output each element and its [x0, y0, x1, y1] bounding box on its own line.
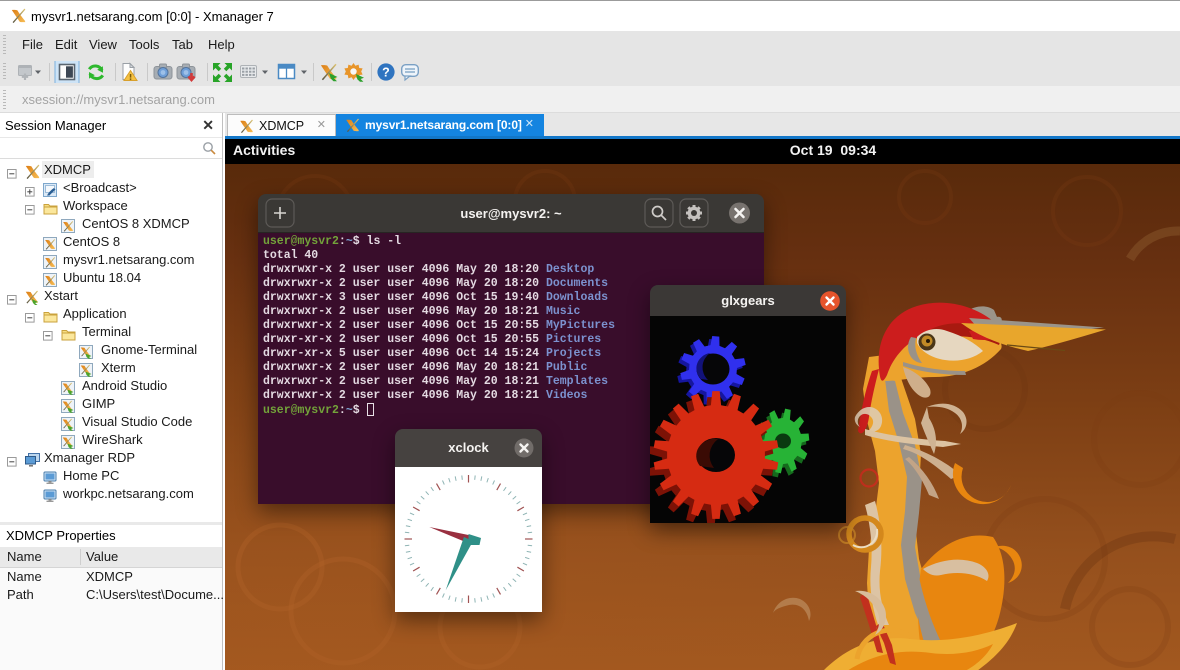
svg-text:?: ? [382, 65, 390, 79]
